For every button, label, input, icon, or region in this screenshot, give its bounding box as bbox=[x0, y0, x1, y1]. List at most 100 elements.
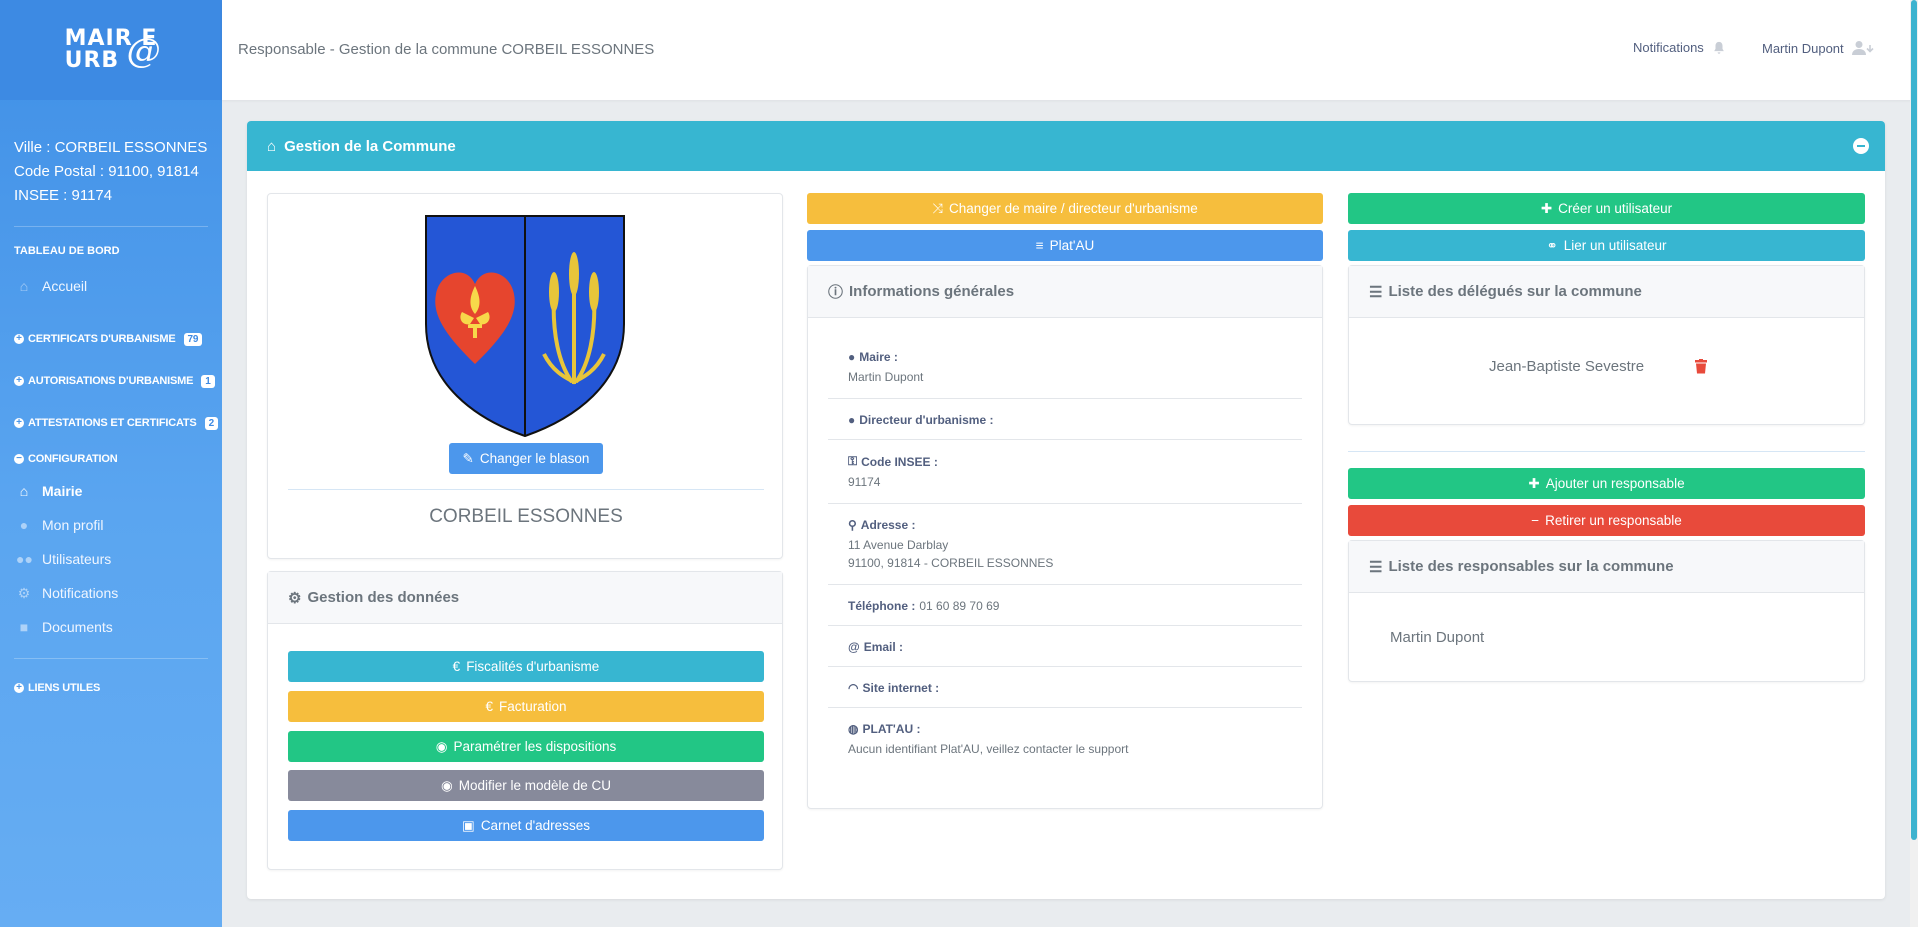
facturation-button[interactable]: € Facturation bbox=[288, 691, 764, 722]
info-telephone: Téléphone :01 60 89 70 69 bbox=[828, 585, 1302, 626]
list-icon: ☰ bbox=[1369, 283, 1383, 301]
general-info-panel: ⓘ Informations générales ● Maire : Martin… bbox=[807, 265, 1323, 809]
home-icon: ⌂ bbox=[267, 137, 277, 155]
info-adresse: ⚲ Adresse : 11 Avenue Darblay 91100, 9181… bbox=[828, 504, 1302, 585]
city-label: Ville : CORBEIL ESSONNES bbox=[14, 139, 208, 156]
dispositions-button[interactable]: ◉ Paramétrer les dispositions bbox=[288, 731, 764, 762]
edit-icon: ✎ bbox=[462, 450, 474, 466]
sidebar: MAIR E URB @ Ville : CORBEIL ESSONNES Co… bbox=[0, 0, 222, 927]
user-icon: ● bbox=[19, 517, 29, 533]
carnet-adresses-button[interactable]: ▣ Carnet d'adresses bbox=[288, 810, 764, 841]
panel-header: ☰ Liste des délégués sur la commune bbox=[1349, 266, 1864, 318]
globe-icon: ◍ bbox=[848, 722, 859, 736]
trash-icon[interactable] bbox=[1695, 359, 1707, 374]
info-platau: ◍ PLAT'AU : Aucun identifiant Plat'AU, ve… bbox=[848, 722, 1129, 756]
add-responsible-button[interactable]: ✚ Ajouter un responsable bbox=[1348, 468, 1865, 499]
nav-item-profil[interactable]: ● Mon profil bbox=[0, 508, 222, 542]
divider bbox=[1348, 451, 1865, 452]
dashboard-title: TABLEAU DE BORD bbox=[14, 245, 120, 257]
count-badge: 79 bbox=[183, 332, 203, 346]
create-user-button[interactable]: ✚ Créer un utilisateur bbox=[1348, 193, 1865, 224]
change-mayor-button[interactable]: ⤨ Changer de maire / directeur d'urbanism… bbox=[807, 193, 1323, 224]
info-insee: ⚿ Code INSEE : 91174 bbox=[828, 440, 1302, 504]
platau-button[interactable]: ≡ Plat'AU bbox=[807, 230, 1323, 261]
change-blason-button[interactable]: ✎ Changer le blason bbox=[449, 443, 603, 474]
info-maire: ● Maire : Martin Dupont bbox=[828, 336, 1302, 399]
database-icon: ≡ bbox=[1035, 238, 1044, 253]
collapse-button[interactable] bbox=[1853, 138, 1869, 154]
user-minus-icon: − bbox=[1531, 513, 1540, 528]
divider bbox=[14, 658, 208, 659]
plus-circle-icon: + bbox=[14, 334, 24, 344]
coat-of-arms-image bbox=[425, 215, 625, 438]
scrollbar-thumb[interactable] bbox=[1911, 0, 1917, 840]
fiscalites-button[interactable]: € Fiscalités d'urbanisme bbox=[288, 651, 764, 682]
data-management-panel: ⚙ Gestion des données € Fiscalités d'urba… bbox=[267, 571, 783, 870]
user-plus-icon: ✚ bbox=[1540, 200, 1553, 216]
responsibles-panel: ☰ Liste des responsables sur la commune … bbox=[1348, 540, 1865, 682]
top-bar: Responsable - Gestion de la commune CORB… bbox=[222, 0, 1918, 100]
modele-cu-button[interactable]: ◉ Modifier le modèle de CU bbox=[288, 770, 764, 801]
card-header: ⌂ Gestion de la Commune bbox=[247, 121, 1885, 171]
gear-icon: ⚙ bbox=[17, 584, 31, 601]
euro-icon: € bbox=[452, 659, 461, 674]
scrollbar[interactable] bbox=[1910, 0, 1918, 927]
address-book-icon: ▣ bbox=[462, 817, 475, 833]
users-icon: ●● bbox=[16, 551, 33, 567]
user-icon bbox=[1851, 41, 1874, 55]
euro-icon: € bbox=[485, 699, 493, 714]
user-icon: ● bbox=[848, 350, 856, 364]
app-logo[interactable]: MAIR E URB @ bbox=[0, 0, 222, 100]
home-icon: ⌂ bbox=[19, 483, 29, 499]
map-marker-icon: ⚲ bbox=[848, 518, 857, 532]
link-icon: ⚭ bbox=[1546, 237, 1558, 253]
commune-card: ⌂ Gestion de la Commune ✎ Changer le bla… bbox=[247, 121, 1885, 899]
postal-label: Code Postal : 91100, 91814 bbox=[14, 163, 199, 180]
user-icon: ● bbox=[848, 413, 856, 427]
divider bbox=[288, 489, 764, 490]
nav-item-notifications[interactable]: ⚙ Notifications bbox=[0, 576, 222, 610]
nav-item-documents[interactable]: ■ Documents bbox=[0, 610, 222, 644]
user-plus-icon: ✚ bbox=[1528, 475, 1540, 491]
nav-section-attestations[interactable]: + ATTESTATIONS ET CERTIFICATS 2 bbox=[0, 402, 222, 444]
nav-section-configuration[interactable]: − CONFIGURATION bbox=[0, 444, 222, 474]
page-title: Responsable - Gestion de la commune CORB… bbox=[238, 41, 655, 58]
link-user-button[interactable]: ⚭ Lier un utilisateur bbox=[1348, 230, 1865, 261]
list-icon: ☰ bbox=[1369, 558, 1383, 576]
responsible-name: Martin Dupont bbox=[1390, 629, 1485, 646]
minus-circle-icon: − bbox=[14, 454, 24, 464]
divider bbox=[14, 226, 208, 227]
delegate-name: Jean-Baptiste Sevestre bbox=[1489, 358, 1645, 375]
panel-header: ⚙ Gestion des données bbox=[268, 572, 782, 624]
count-badge: 2 bbox=[204, 416, 218, 430]
blason-panel: ✎ Changer le blason CORBEIL ESSONNES bbox=[267, 193, 783, 559]
key-icon: ⚿ bbox=[848, 454, 858, 468]
home-icon: ⌂ bbox=[19, 278, 29, 294]
at-icon: @ bbox=[848, 640, 860, 654]
notifications-link[interactable]: Notifications bbox=[1633, 40, 1726, 55]
delegates-panel: ☰ Liste des délégués sur la commune Jean… bbox=[1348, 265, 1865, 425]
city-info: Ville : CORBEIL ESSONNES Code Postal : 9… bbox=[0, 100, 222, 208]
nav-item-home[interactable]: ⌂ Accueil bbox=[0, 269, 222, 303]
wifi-icon: ◠ bbox=[848, 681, 859, 695]
info-email: @ Email : bbox=[828, 626, 1302, 667]
nav-item-utilisateurs[interactable]: ●● Utilisateurs bbox=[0, 542, 222, 576]
folder-icon: ■ bbox=[19, 619, 29, 635]
remove-responsible-button[interactable]: − Retirer un responsable bbox=[1348, 505, 1865, 536]
info-site: ◠ Site internet : bbox=[828, 667, 1302, 708]
nav-section-autorisations[interactable]: + AUTORISATIONS D'URBANISME 1 bbox=[0, 360, 222, 402]
commune-name: CORBEIL ESSONNES bbox=[429, 506, 623, 527]
info-directeur: ● Directeur d'urbanisme : bbox=[828, 399, 1302, 440]
palette-icon: ◉ bbox=[435, 738, 448, 754]
user-menu[interactable]: Martin Dupont bbox=[1762, 40, 1876, 56]
panel-header: ⓘ Informations générales bbox=[808, 266, 1322, 318]
nav-section-certificats[interactable]: + CERTIFICATS D'URBANISME 79 bbox=[0, 318, 222, 360]
logo-text: MAIR E URB @ bbox=[64, 26, 162, 73]
insee-label: INSEE : 91174 bbox=[14, 187, 113, 204]
plus-circle-icon: + bbox=[14, 683, 24, 693]
palette-icon: ◉ bbox=[440, 777, 453, 793]
shuffle-icon: ⤨ bbox=[932, 200, 944, 216]
nav-section-liens[interactable]: + LIENS UTILES bbox=[0, 667, 222, 709]
nav-item-mairie[interactable]: ⌂ Mairie bbox=[0, 474, 222, 508]
plus-circle-icon: + bbox=[14, 418, 24, 428]
